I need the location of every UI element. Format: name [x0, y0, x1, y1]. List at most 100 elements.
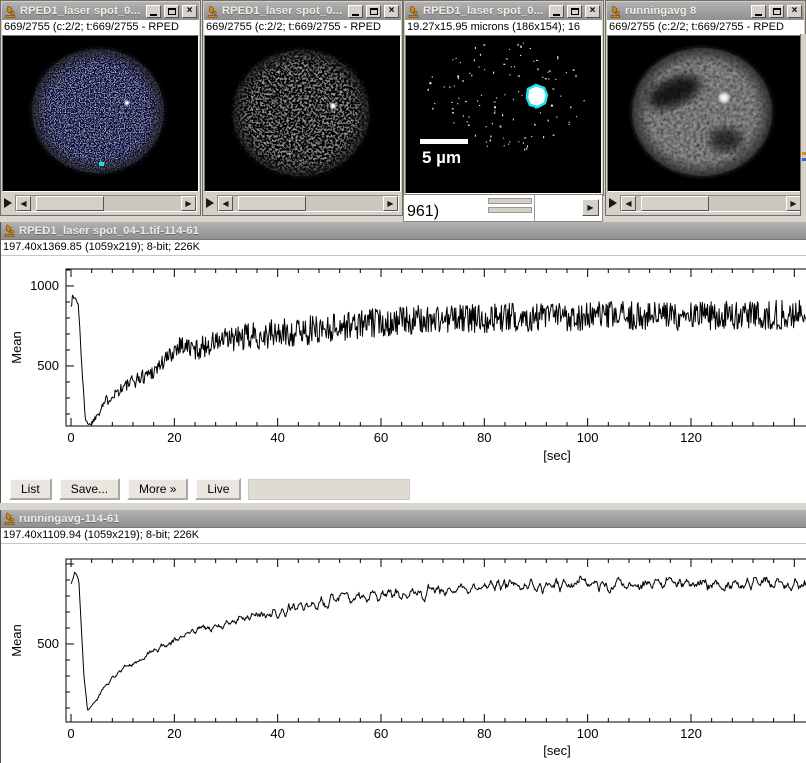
- coordinate-readout-field: [248, 479, 410, 500]
- close-button[interactable]: ×: [787, 5, 802, 18]
- svg-text:40: 40: [270, 726, 284, 741]
- plot-status-text: 197.40x1369.85 (1059x219); 8-bit; 226K: [1, 240, 806, 255]
- scroll-right-icon[interactable]: ▶: [786, 196, 801, 211]
- plot-canvas-mean-vs-sec[interactable]: 020406080100120500Mean[sec]: [1, 543, 806, 761]
- close-icon: ×: [389, 6, 395, 16]
- close-button[interactable]: ×: [384, 5, 399, 18]
- image-window-2: RPED1_laser spot_0... × 669/2755 (c:2/2;…: [202, 0, 403, 216]
- list-button[interactable]: List: [9, 478, 52, 500]
- occluded-text: 961): [407, 203, 439, 221]
- titlebar-plot-1[interactable]: RPED1_laser spot_04-1.tif-114-61: [1, 222, 806, 240]
- plot-canvas-mean-vs-sec[interactable]: 0204060801001205001000Mean[sec]: [1, 255, 806, 475]
- window-title: RPED1_laser spot_0...: [20, 5, 143, 17]
- imagej-microscope-icon: [206, 5, 219, 18]
- scroll-right-icon[interactable]: ▶: [181, 196, 196, 211]
- image-status-text: 669/2755 (c:2/2; t:669/2755 - RPED: [204, 20, 401, 35]
- image-window-4: runningavg 8 × 669/2755 (c:2/2; t:669/27…: [605, 0, 806, 216]
- close-button[interactable]: ×: [182, 5, 197, 18]
- svg-text:0: 0: [67, 430, 74, 445]
- image-status-text: 669/2755 (c:2/2; t:669/2755 - RPED: [607, 20, 804, 35]
- svg-text:100: 100: [577, 726, 599, 741]
- scrollbar-thumb[interactable]: [641, 196, 709, 211]
- scroll-right-icon[interactable]: ▶: [582, 199, 599, 216]
- partial-window-edge: [800, 34, 806, 216]
- stack-scroll-row-4: ◀ ▶: [607, 192, 804, 214]
- svg-text:80: 80: [477, 726, 491, 741]
- occluded-widget: [488, 207, 532, 213]
- svg-text:500: 500: [37, 358, 59, 373]
- plot-window-1: RPED1_laser spot_04-1.tif-114-61 197.40x…: [0, 222, 806, 503]
- maximize-icon: [773, 8, 781, 15]
- imagej-microscope-icon: [3, 512, 16, 525]
- play-icon[interactable]: [609, 198, 617, 208]
- maximize-button[interactable]: [366, 5, 381, 18]
- save-button[interactable]: Save...: [59, 478, 120, 500]
- titlebar-plot-2[interactable]: runningavg-114-61: [1, 510, 806, 528]
- scrollbar-thumb[interactable]: [238, 196, 306, 211]
- svg-text:60: 60: [374, 430, 388, 445]
- svg-text:[sec]: [sec]: [543, 743, 570, 758]
- svg-text:0: 0: [67, 726, 74, 741]
- image-canvas-speckle-gray[interactable]: [204, 35, 401, 192]
- partial-icon: [802, 152, 806, 155]
- titlebar-window-3[interactable]: RPED1_laser spot_0... ×: [405, 2, 602, 20]
- stack-scrollbar-1[interactable]: ◀ ▶: [15, 195, 197, 212]
- imagej-microscope-icon: [407, 5, 420, 18]
- minimize-icon: [352, 14, 359, 16]
- image-canvas-dots[interactable]: 5 µm: [405, 35, 602, 194]
- image-status-text: 669/2755 (c:2/2; t:669/2755 - RPED: [2, 20, 199, 35]
- maximize-button[interactable]: [164, 5, 179, 18]
- stack-scroll-row-2: ◀ ▶: [204, 192, 401, 214]
- scrollbar-thumb[interactable]: [36, 196, 104, 211]
- titlebar-window-2[interactable]: RPED1_laser spot_0... ×: [204, 2, 401, 20]
- more-button[interactable]: More »: [127, 478, 188, 500]
- cell-image-2: [205, 36, 400, 191]
- minimize-button[interactable]: [549, 5, 564, 18]
- plot-button-row: List Save... More » Live: [1, 475, 806, 503]
- dark-patch: [709, 128, 743, 152]
- occluded-widget: [488, 198, 532, 204]
- svg-text:Mean: Mean: [9, 624, 24, 657]
- close-icon: ×: [187, 6, 193, 16]
- play-icon[interactable]: [206, 198, 214, 208]
- svg-text:80: 80: [477, 430, 491, 445]
- titlebar-window-1[interactable]: RPED1_laser spot_0... ×: [2, 2, 199, 20]
- maximize-icon: [370, 8, 378, 15]
- svg-text:120: 120: [680, 726, 702, 741]
- stack-scrollbar-4[interactable]: ◀ ▶: [620, 195, 802, 212]
- cell-image-3: 5 µm: [406, 36, 601, 193]
- scroll-left-icon[interactable]: ◀: [218, 196, 233, 211]
- scroll-left-icon[interactable]: ◀: [16, 196, 31, 211]
- window-title: runningavg 8: [625, 5, 748, 17]
- divider: [534, 195, 535, 222]
- minimize-button[interactable]: [348, 5, 363, 18]
- window-title: RPED1_laser spot_0...: [423, 5, 546, 17]
- svg-text:40: 40: [270, 430, 284, 445]
- stack-scroll-row-1: ◀ ▶: [2, 192, 199, 214]
- minimize-button[interactable]: [751, 5, 766, 18]
- svg-text:60: 60: [374, 726, 388, 741]
- image-canvas-smooth[interactable]: [607, 35, 804, 192]
- scroll-right-icon[interactable]: ▶: [383, 196, 398, 211]
- minimize-button[interactable]: [146, 5, 161, 18]
- image-canvas-speckle-cyan[interactable]: [2, 35, 199, 192]
- svg-text:20: 20: [167, 430, 181, 445]
- close-button[interactable]: ×: [585, 5, 600, 18]
- plot-window-2: runningavg-114-61 197.40x1109.94 (1059x2…: [0, 510, 806, 763]
- svg-text:500: 500: [37, 636, 59, 651]
- minimize-icon: [553, 14, 560, 16]
- maximize-button[interactable]: [567, 5, 582, 18]
- window-title: RPED1_laser spot_0...: [222, 5, 345, 17]
- play-icon[interactable]: [4, 198, 12, 208]
- maximize-icon: [571, 8, 579, 15]
- imagej-microscope-icon: [609, 5, 622, 18]
- maximize-button[interactable]: [769, 5, 784, 18]
- plot-status-text: 197.40x1109.94 (1059x219); 8-bit; 226K: [1, 528, 806, 543]
- scroll-left-icon[interactable]: ◀: [621, 196, 636, 211]
- scalebar: [420, 139, 468, 144]
- window-title: runningavg-114-61: [19, 513, 804, 525]
- close-icon: ×: [792, 6, 798, 16]
- titlebar-window-4[interactable]: runningavg 8 ×: [607, 2, 804, 20]
- live-button[interactable]: Live: [195, 478, 241, 500]
- stack-scrollbar-2[interactable]: ◀ ▶: [217, 195, 399, 212]
